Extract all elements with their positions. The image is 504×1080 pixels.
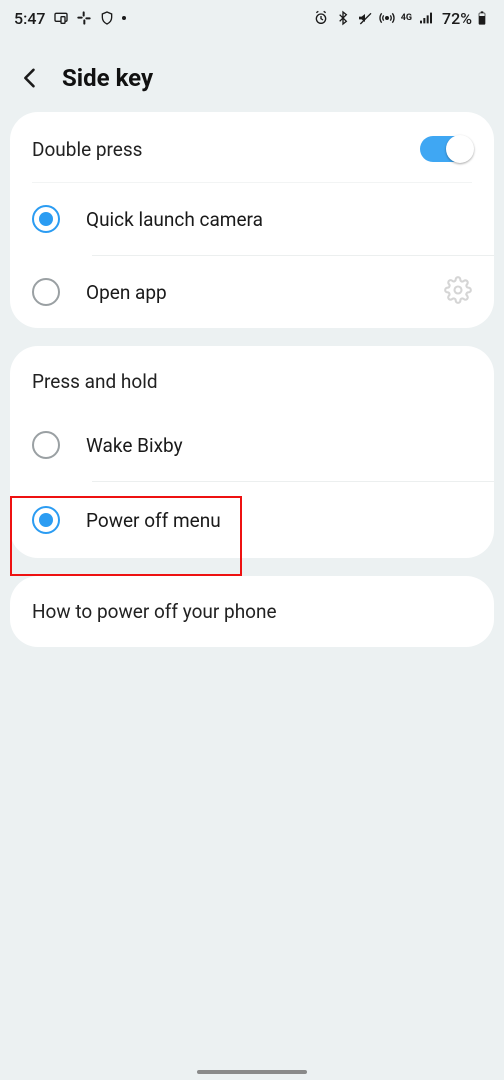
option-quick-launch-camera[interactable]: Quick launch camera xyxy=(10,183,494,255)
slack-icon xyxy=(76,10,92,26)
status-time: 5:47 xyxy=(14,9,46,28)
option-label: Power off menu xyxy=(86,509,221,532)
press-hold-label: Press and hold xyxy=(32,370,158,393)
shield-icon xyxy=(99,10,115,26)
double-press-card: Double press Quick launch camera Open ap… xyxy=(10,112,494,328)
page-title: Side key xyxy=(62,64,153,92)
network-4g-icon: 4G xyxy=(401,13,412,23)
radio-quick-launch[interactable] xyxy=(32,205,60,233)
hotspot-icon xyxy=(379,10,395,26)
radio-open-app[interactable] xyxy=(32,278,60,306)
battery-icon xyxy=(478,10,490,26)
open-app-settings-button[interactable] xyxy=(444,276,472,308)
alarm-icon xyxy=(313,10,329,26)
double-press-header: Double press xyxy=(10,112,494,182)
how-to-power-off[interactable]: How to power off your phone xyxy=(10,576,494,647)
battery-percent: 72% xyxy=(442,9,472,28)
back-button[interactable] xyxy=(16,64,44,92)
option-label: Quick launch camera xyxy=(86,208,263,231)
status-bar: 5:47 4G 72% xyxy=(0,0,504,36)
screen-cast-icon xyxy=(53,10,69,26)
press-hold-card: Press and hold Wake Bixby Power off menu xyxy=(10,346,494,558)
how-to-power-off-label: How to power off your phone xyxy=(32,600,277,623)
radio-wake-bixby[interactable] xyxy=(32,431,60,459)
option-open-app[interactable]: Open app xyxy=(10,256,494,328)
option-power-off-menu[interactable]: Power off menu xyxy=(10,482,494,558)
home-indicator[interactable] xyxy=(197,1070,307,1074)
option-label: Open app xyxy=(86,281,167,304)
double-press-toggle[interactable] xyxy=(420,136,472,162)
double-press-label: Double press xyxy=(32,138,142,161)
option-wake-bixby[interactable]: Wake Bixby xyxy=(10,409,494,481)
option-label: Wake Bixby xyxy=(86,434,183,457)
press-hold-header: Press and hold xyxy=(10,346,494,409)
mute-icon xyxy=(357,10,373,26)
bluetooth-icon xyxy=(335,10,351,26)
dot-icon xyxy=(122,16,126,20)
page-header: Side key xyxy=(0,36,504,112)
signal-icon xyxy=(418,10,434,26)
radio-power-off[interactable] xyxy=(32,506,60,534)
